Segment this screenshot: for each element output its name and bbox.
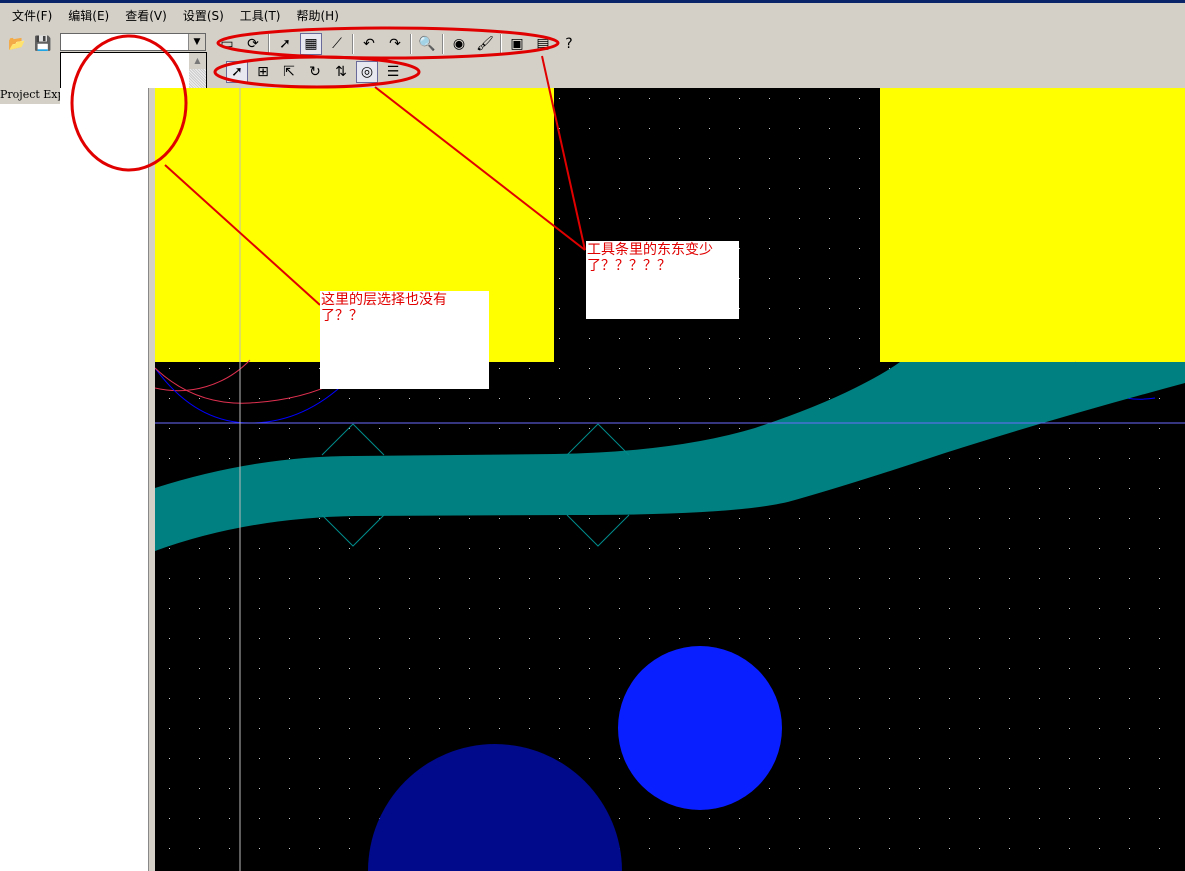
list-icon[interactable]: ☰ [382,61,404,83]
copper-area-right [880,88,1185,362]
disabled-icon[interactable]: ▭ [216,33,238,55]
pad-circle [618,646,782,810]
annotation-note-layer: 这里的层选择也没有了？？ [320,291,489,389]
scroll-up-icon[interactable]: ▲ [189,53,206,69]
file-toolbar: 📂 💾 [6,31,54,57]
menu-help[interactable]: 帮助(H) [289,7,347,24]
help-icon[interactable]: ? [558,33,580,55]
layer-select[interactable]: ▼ [60,33,206,51]
toolbar-separator [352,34,354,54]
grid-icon[interactable]: ▦ [300,33,322,55]
zoom-icon[interactable]: 🔍 [416,33,438,55]
chevron-down-icon[interactable]: ▼ [188,34,205,50]
component-icon[interactable]: ◎ [356,61,378,83]
window-icon[interactable]: ▤ [532,33,554,55]
menu-tools[interactable]: 工具(T) [232,7,289,24]
pointer-icon[interactable]: ➚ [226,61,248,83]
project-explorer-tab[interactable]: Project Explorer [0,88,60,104]
select-arrow-icon[interactable]: ➚ [274,33,296,55]
toolbar-separator [268,34,270,54]
toolbar-separator [442,34,444,54]
main-toolbar: ▭ ⟳ ➚ ▦ ⟋ ↶ ↷ 🔍 ◉ 🖌 ▣ ▤? [216,31,580,57]
menu-edit[interactable]: 编辑(E) [60,7,117,24]
move-icon[interactable]: ⇱ [278,61,300,83]
edit-toolbar: ➚ ⊞ ⇱ ↻ ⇅ ◎ ☰ [226,59,404,85]
rotate-icon[interactable]: ↻ [304,61,326,83]
refresh-icon[interactable]: ⟳ [242,33,264,55]
menu-bar: 文件(F) 编辑(E) 查看(V) 设置(S) 工具(T) 帮助(H) [0,3,1185,28]
save-button[interactable]: 💾 [32,33,54,55]
undo-icon[interactable]: ↶ [358,33,380,55]
menu-view[interactable]: 查看(V) [117,7,175,24]
brush-icon[interactable]: 🖌 [474,33,496,55]
view-icon[interactable]: ◉ [448,33,470,55]
open-button[interactable]: 📂 [6,33,28,55]
annotation-note-toolbar: 工具条里的东东变少了？？？？？ [586,241,739,319]
toolbar-separator [410,34,412,54]
image-icon[interactable]: ▣ [506,33,528,55]
menu-settings[interactable]: 设置(S) [175,7,232,24]
menu-file[interactable]: 文件(F) [4,7,60,24]
pcb-canvas[interactable] [155,88,1185,871]
flip-icon[interactable]: ⇅ [330,61,352,83]
redo-icon[interactable]: ↷ [384,33,406,55]
splitter[interactable] [148,88,155,871]
toolbar-separator [500,34,502,54]
route-icon[interactable]: ⟋ [326,33,348,55]
project-explorer-panel [0,88,148,871]
select-box-icon[interactable]: ⊞ [252,61,274,83]
